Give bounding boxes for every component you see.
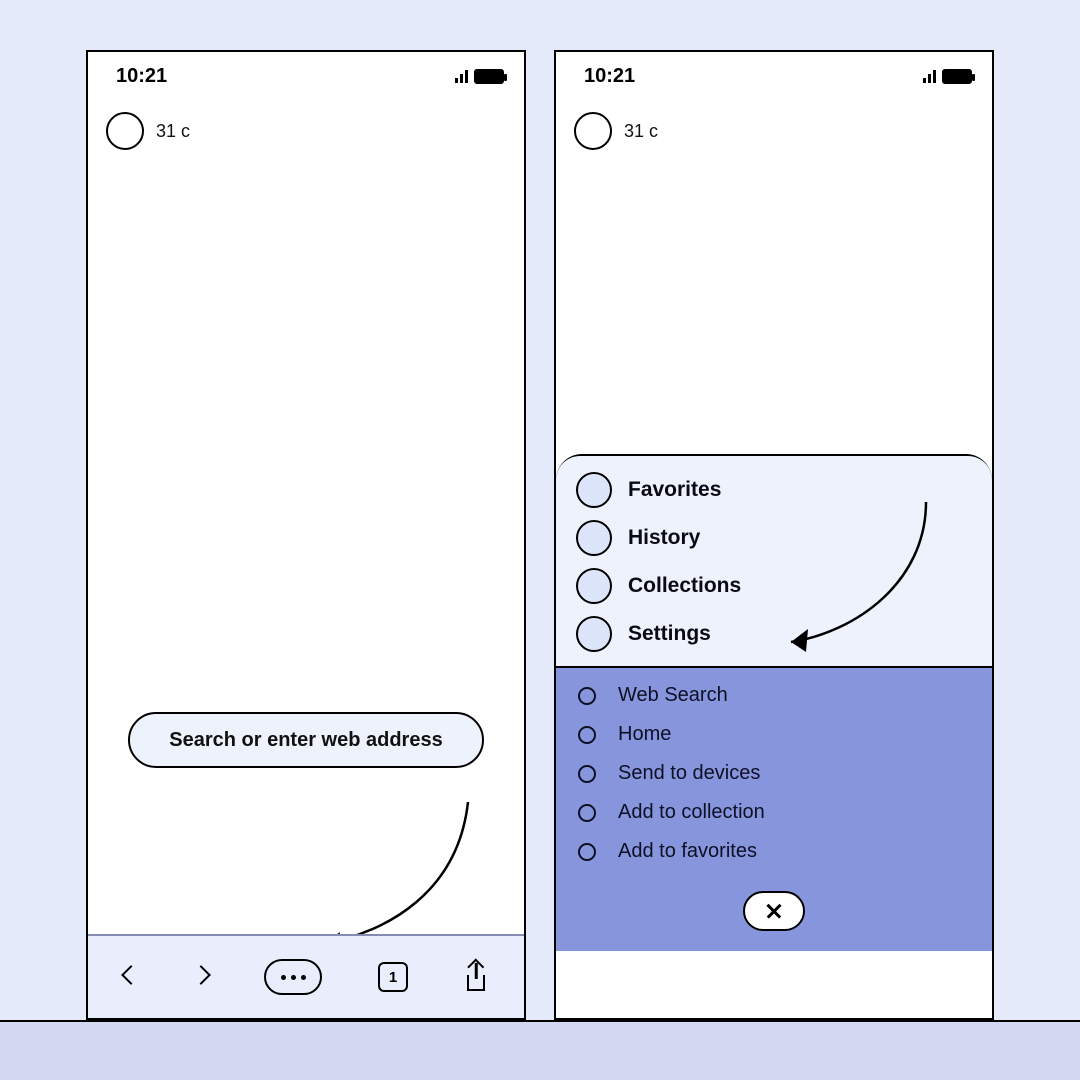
option-label: Web Search (618, 684, 728, 707)
ground-strip (0, 1020, 1080, 1080)
back-button[interactable] (124, 968, 138, 987)
forward-button[interactable] (194, 968, 208, 987)
menu-item-label: Favorites (628, 478, 721, 502)
header-label: 31 c (156, 121, 190, 142)
radio-icon (578, 765, 596, 783)
menu-sheet: Favorites History Collections Settings (556, 454, 992, 1018)
battery-icon (942, 69, 972, 84)
status-time: 10:21 (584, 65, 635, 88)
option-add-to-collection[interactable]: Add to collection (578, 801, 970, 824)
option-label: Home (618, 723, 671, 746)
close-sheet-button[interactable] (743, 891, 805, 931)
chevron-left-icon (121, 965, 141, 985)
browser-bottom-bar: 1 (88, 934, 524, 1018)
phone-screen-right: 10:21 31 c Favorites History (554, 50, 994, 1020)
menu-item-settings[interactable]: Settings (576, 616, 972, 652)
header-label: 31 c (624, 121, 658, 142)
radio-icon (578, 843, 596, 861)
menu-item-label: History (628, 526, 700, 550)
close-icon (766, 903, 782, 919)
option-label: Add to favorites (618, 840, 757, 863)
share-button[interactable] (464, 963, 488, 991)
radio-icon (578, 687, 596, 705)
option-web-search[interactable]: Web Search (578, 684, 970, 707)
signal-icon (455, 69, 468, 83)
circle-icon (576, 472, 612, 508)
chevron-right-icon (191, 965, 211, 985)
menu-item-favorites[interactable]: Favorites (576, 472, 972, 508)
menu-item-history[interactable]: History (576, 520, 972, 556)
signal-icon (923, 69, 936, 83)
option-home[interactable]: Home (578, 723, 970, 746)
circle-icon (576, 568, 612, 604)
battery-icon (474, 69, 504, 84)
status-bar: 10:21 (88, 52, 524, 100)
menu-item-collections[interactable]: Collections (576, 568, 972, 604)
status-time: 10:21 (116, 65, 167, 88)
radio-icon (578, 726, 596, 744)
status-bar: 10:21 (556, 52, 992, 100)
menu-options-section: Web Search Home Send to devices Add to c… (556, 668, 992, 951)
menu-item-label: Collections (628, 574, 741, 598)
address-placeholder: Search or enter web address (169, 729, 442, 752)
profile-avatar[interactable] (106, 112, 144, 150)
menu-primary-section: Favorites History Collections Settings (556, 454, 992, 666)
phone-screen-left: 10:21 31 c Search or enter web address (86, 50, 526, 1020)
circle-icon (576, 616, 612, 652)
radio-icon (578, 804, 596, 822)
more-menu-button[interactable] (264, 959, 322, 995)
option-label: Send to devices (618, 762, 760, 785)
tabs-button[interactable]: 1 (378, 962, 408, 992)
option-add-to-favorites[interactable]: Add to favorites (578, 840, 970, 863)
menu-item-label: Settings (628, 622, 711, 646)
option-label: Add to collection (618, 801, 765, 824)
option-send-to-devices[interactable]: Send to devices (578, 762, 970, 785)
profile-avatar[interactable] (574, 112, 612, 150)
circle-icon (576, 520, 612, 556)
tabs-count: 1 (389, 969, 397, 986)
address-bar[interactable]: Search or enter web address (128, 712, 484, 768)
dots-icon (281, 975, 286, 980)
